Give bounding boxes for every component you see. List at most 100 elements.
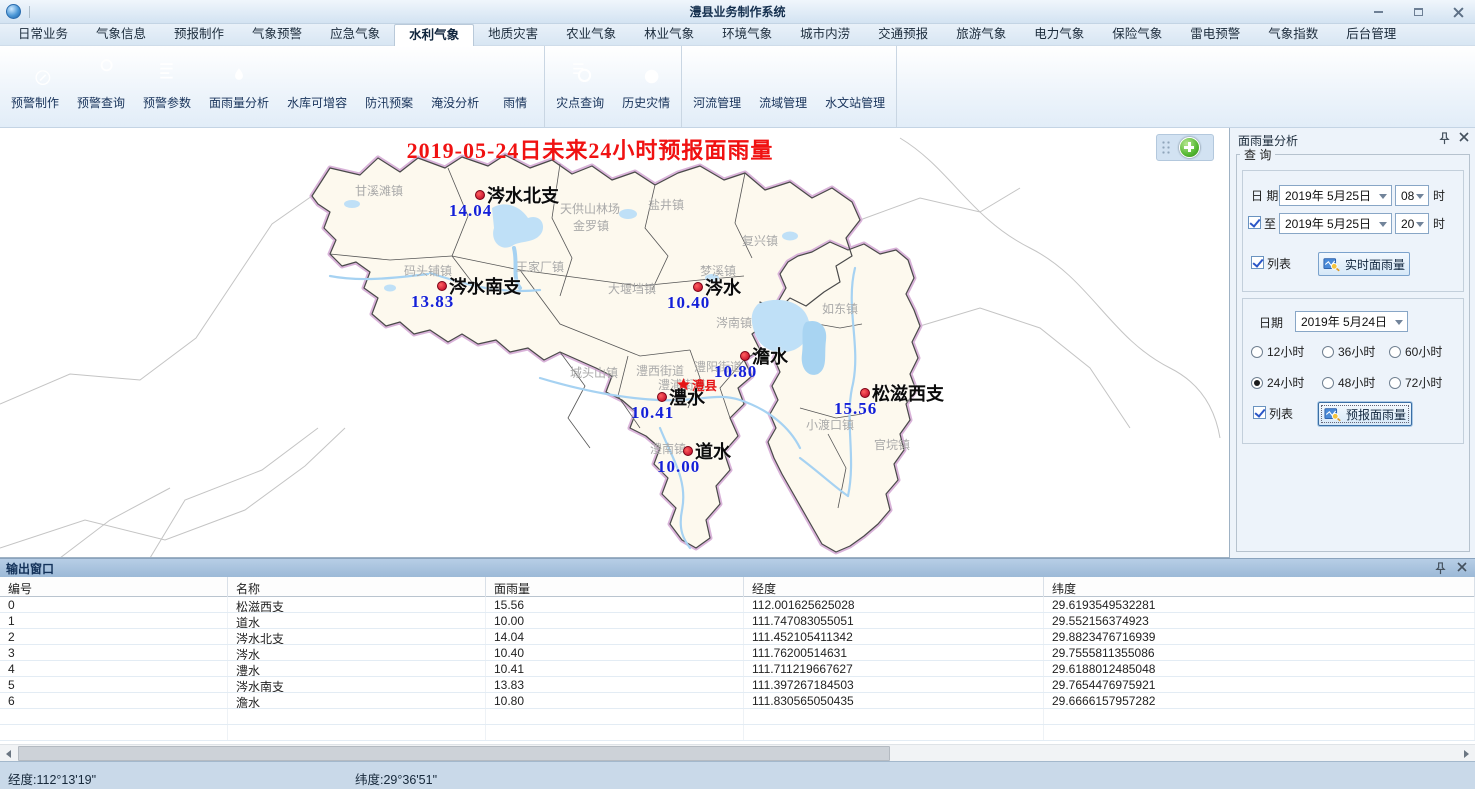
to-date-checkbox[interactable] [1248, 216, 1261, 229]
realtime-rain-button[interactable]: 实时面雨量 [1318, 252, 1410, 276]
table-row[interactable]: 4 澧水 10.41 111.711219667627 29.618801248… [0, 661, 1475, 677]
column-header[interactable]: 经度 [744, 577, 1044, 597]
table-row[interactable]: 5 涔水南支 13.83 111.397267184503 29.7654476… [0, 677, 1475, 693]
menu-tab[interactable]: 预报制作 [160, 24, 238, 45]
radio-48h[interactable]: 48小时 [1322, 374, 1375, 391]
drag-grip-icon[interactable] [1161, 140, 1171, 156]
horizontal-scrollbar[interactable] [0, 744, 1475, 761]
status-latitude: 纬度:29°36'51" [355, 769, 437, 788]
toolbar-button[interactable]: 预警查询 [68, 50, 134, 127]
hour-to-select[interactable]: 20 [1395, 213, 1429, 234]
station-dot-icon [740, 351, 750, 361]
station-marker[interactable]: 道水 10.00 [683, 443, 731, 477]
town-label: 澧南镇 [650, 440, 686, 457]
chevron-down-icon [1416, 194, 1424, 199]
station-marker[interactable]: 涔水 10.40 [693, 279, 741, 313]
menu-tab[interactable]: 地质灾害 [474, 24, 552, 45]
menu-tab[interactable]: 后台管理 [1332, 24, 1410, 45]
toolbar-button[interactable]: 河流管理 [684, 50, 750, 127]
radio-72h[interactable]: 72小时 [1389, 374, 1442, 391]
menu-tab[interactable]: 应急气象 [316, 24, 394, 45]
menu-tab[interactable]: 气象指数 [1254, 24, 1332, 45]
toolbar-button[interactable]: 雨情 [488, 50, 542, 127]
table-row[interactable]: 0 松滋西支 15.56 112.001625625028 29.6193549… [0, 597, 1475, 613]
toolbar-button[interactable]: 水库可增容 [278, 50, 356, 127]
table-row[interactable]: 1 道水 10.00 111.747083055051 29.552156374… [0, 613, 1475, 629]
column-header[interactable]: 纬度 [1044, 577, 1475, 597]
menu-tab[interactable]: 环境气象 [708, 24, 786, 45]
toolbar-button[interactable]: 灾点查询 [547, 50, 613, 127]
realtime-list-checkbox[interactable] [1251, 256, 1264, 269]
date-to-select[interactable]: 2019年 5月25日 [1279, 213, 1392, 234]
column-header[interactable]: 名称 [228, 577, 486, 597]
date-label: 日 期 [1251, 189, 1278, 203]
toolbar-button-icon [221, 54, 257, 90]
zoom-in-button[interactable] [1179, 137, 1200, 158]
toolbar-button[interactable]: 淹没分析 [422, 50, 488, 127]
cell-id: 1 [0, 613, 228, 628]
station-marker[interactable]: 涔水南支 13.83 [437, 278, 521, 312]
column-header[interactable]: 编号 [0, 577, 228, 597]
cell-rain: 13.83 [486, 677, 744, 692]
station-marker[interactable]: 澧水 10.41 [657, 389, 705, 423]
menu-tab[interactable]: 旅游气象 [942, 24, 1020, 45]
map-canvas[interactable] [0, 128, 1229, 558]
menu-tab[interactable]: 林业气象 [630, 24, 708, 45]
scrollbar-thumb[interactable] [18, 746, 890, 761]
scroll-left-arrow[interactable] [0, 745, 17, 762]
town-label: 如东镇 [822, 300, 858, 317]
menu-tab[interactable]: 气象信息 [82, 24, 160, 45]
radio-60h[interactable]: 60小时 [1389, 343, 1442, 360]
toolbar-button[interactable]: 预警参数 [134, 50, 200, 127]
date-from-select[interactable]: 2019年 5月25日 [1279, 185, 1392, 206]
toolbar-button[interactable]: 水文站管理 [816, 50, 894, 127]
close-button[interactable] [1449, 4, 1467, 20]
toolbar-group-disaster: 灾点查询 历史灾情 [545, 46, 682, 127]
map-viewport[interactable]: 甘溪滩镇盐井镇天供山林场金罗镇复兴镇码头铺镇王家厂镇大堰垱镇梦溪镇涔南镇如东镇城… [0, 128, 1229, 558]
table-row[interactable]: 2 涔水北支 14.04 111.452105411342 29.8823476… [0, 629, 1475, 645]
toolbar-button[interactable]: 面雨量分析 [200, 50, 278, 127]
radio-12h[interactable]: 12小时 [1251, 343, 1304, 360]
hour-from-select[interactable]: 08 [1395, 185, 1429, 206]
panel-close-icon[interactable] [1459, 132, 1469, 145]
toolbar-button[interactable]: 预警制作 [2, 50, 68, 127]
radio-36h[interactable]: 36小时 [1322, 343, 1375, 360]
forecast-rain-button[interactable]: 预报面雨量 [1318, 402, 1412, 426]
pin-icon[interactable] [1434, 562, 1447, 575]
scroll-right-arrow[interactable] [1458, 745, 1475, 762]
pin-icon[interactable] [1438, 132, 1451, 145]
toolbar-button[interactable]: 防汛预案 [356, 50, 422, 127]
forecast-date-select[interactable]: 2019年 5月24日 [1295, 311, 1408, 332]
station-marker[interactable]: 松滋西支 15.56 [860, 385, 944, 419]
cell-id: 6 [0, 693, 228, 708]
toolbar-button-icon [628, 54, 664, 90]
table-row[interactable]: 6 澹水 10.80 111.830565050435 29.666615795… [0, 693, 1475, 709]
menu-tab[interactable]: 气象预警 [238, 24, 316, 45]
query-group-label: 查 询 [1240, 146, 1275, 163]
table-row[interactable]: 3 涔水 10.40 111.76200514631 29.7555811355… [0, 645, 1475, 661]
station-marker[interactable]: 涔水北支 14.04 [475, 187, 559, 221]
menu-tab[interactable]: 城市内涝 [786, 24, 864, 45]
toolbar-group-warning: 预警制作 预警查询 预警参数 面雨量分析 水库可增容 [0, 46, 545, 127]
output-close-icon[interactable] [1457, 562, 1467, 575]
menu-tab[interactable]: 交通预报 [864, 24, 942, 45]
toolbar-button[interactable]: 流域管理 [750, 50, 816, 127]
maximize-button[interactable] [1409, 4, 1427, 20]
forecast-list-checkbox[interactable] [1253, 406, 1266, 419]
toolbar-button[interactable]: 历史灾情 [613, 50, 679, 127]
toolbar-button-icon [299, 54, 335, 90]
cell-longitude: 111.452105411342 [744, 629, 1044, 644]
radio-24h[interactable]: 24小时 [1251, 374, 1304, 391]
cell-rain: 10.80 [486, 693, 744, 708]
menu-tab[interactable]: 雷电预警 [1176, 24, 1254, 45]
menu-tab[interactable]: 水利气象 [394, 24, 474, 46]
menu-tab[interactable]: 农业气象 [552, 24, 630, 45]
menu-tab[interactable]: 日常业务 [4, 24, 82, 45]
station-marker[interactable]: 澹水 10.80 [740, 348, 788, 382]
menu-tab[interactable]: 保险气象 [1098, 24, 1176, 45]
column-header[interactable]: 面雨量 [486, 577, 744, 597]
cell-longitude: 112.001625625028 [744, 597, 1044, 612]
menu-tab[interactable]: 电力气象 [1020, 24, 1098, 45]
minimize-button[interactable] [1369, 4, 1387, 20]
town-label: 涔南镇 [716, 314, 752, 331]
